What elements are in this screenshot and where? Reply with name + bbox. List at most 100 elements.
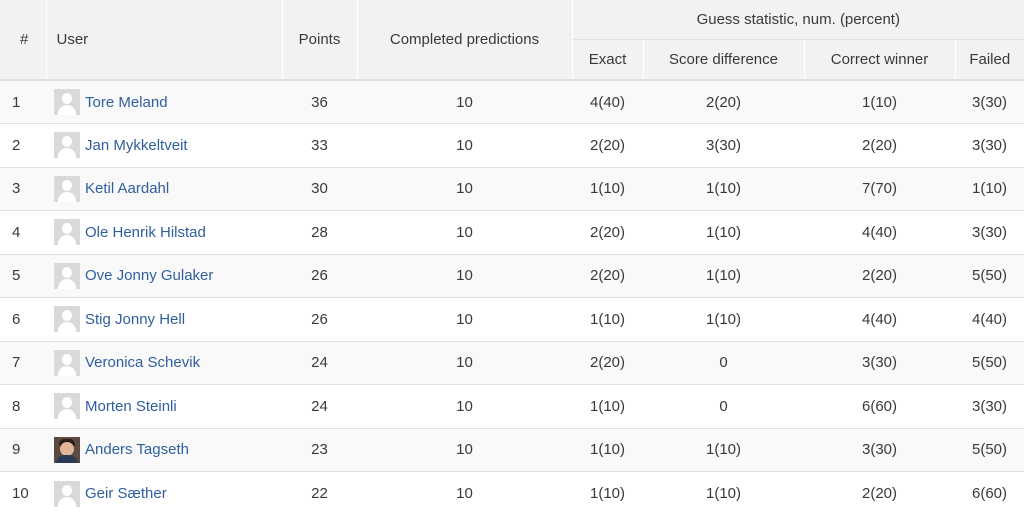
table-header: # User Points Completed predictions Gues… bbox=[0, 0, 1024, 80]
correct-winner-cell: 6(60) bbox=[804, 385, 955, 429]
user-cell: Jan Mykkeltveit bbox=[46, 124, 282, 168]
user-link[interactable]: Veronica Schevik bbox=[85, 354, 200, 371]
rank-cell: 9 bbox=[0, 428, 46, 472]
completed-predictions-cell: 10 bbox=[357, 428, 572, 472]
exact-cell: 1(10) bbox=[572, 298, 643, 342]
exact-cell: 2(20) bbox=[572, 124, 643, 168]
correct-winner-cell: 3(30) bbox=[804, 341, 955, 385]
user-link[interactable]: Geir Sæther bbox=[85, 485, 167, 502]
correct-winner-cell: 7(70) bbox=[804, 167, 955, 211]
header-guess-statistic: Guess statistic, num. (percent) bbox=[572, 0, 1024, 40]
points-cell: 33 bbox=[282, 124, 357, 168]
points-cell: 22 bbox=[282, 472, 357, 515]
header-correct-winner[interactable]: Correct winner bbox=[804, 40, 955, 81]
user-link[interactable]: Ove Jonny Gulaker bbox=[85, 267, 213, 284]
table-row: 5Ove Jonny Gulaker26102(20)1(10)2(20)5(5… bbox=[0, 254, 1024, 298]
failed-cell: 3(30) bbox=[955, 385, 1024, 429]
failed-cell: 3(30) bbox=[955, 211, 1024, 255]
table-row: 2Jan Mykkeltveit33102(20)3(30)2(20)3(30) bbox=[0, 124, 1024, 168]
score-difference-cell: 1(10) bbox=[643, 167, 804, 211]
rank-cell: 10 bbox=[0, 472, 46, 515]
failed-cell: 6(60) bbox=[955, 472, 1024, 515]
points-cell: 36 bbox=[282, 80, 357, 124]
user-link[interactable]: Jan Mykkeltveit bbox=[85, 137, 188, 154]
score-difference-cell: 1(10) bbox=[643, 472, 804, 515]
exact-cell: 2(20) bbox=[572, 254, 643, 298]
default-user-icon[interactable] bbox=[54, 306, 80, 332]
correct-winner-cell: 4(40) bbox=[804, 298, 955, 342]
completed-predictions-cell: 10 bbox=[357, 254, 572, 298]
user-cell: Ole Henrik Hilstad bbox=[46, 211, 282, 255]
table-row: 8Morten Steinli24101(10)06(60)3(30) bbox=[0, 385, 1024, 429]
default-user-icon[interactable] bbox=[54, 132, 80, 158]
user-cell: Anders Tagseth bbox=[46, 428, 282, 472]
score-difference-cell: 0 bbox=[643, 341, 804, 385]
user-link[interactable]: Ketil Aardahl bbox=[85, 180, 169, 197]
score-difference-cell: 3(30) bbox=[643, 124, 804, 168]
user-cell: Ove Jonny Gulaker bbox=[46, 254, 282, 298]
table-row: 9Anders Tagseth23101(10)1(10)3(30)5(50) bbox=[0, 428, 1024, 472]
rank-cell: 1 bbox=[0, 80, 46, 124]
rank-cell: 6 bbox=[0, 298, 46, 342]
exact-cell: 2(20) bbox=[572, 211, 643, 255]
header-points[interactable]: Points bbox=[282, 0, 357, 80]
default-user-icon[interactable] bbox=[54, 176, 80, 202]
user-link[interactable]: Ole Henrik Hilstad bbox=[85, 224, 206, 241]
header-rank[interactable]: # bbox=[0, 0, 46, 80]
user-cell: Stig Jonny Hell bbox=[46, 298, 282, 342]
user-link[interactable]: Morten Steinli bbox=[85, 398, 177, 415]
correct-winner-cell: 1(10) bbox=[804, 80, 955, 124]
correct-winner-cell: 4(40) bbox=[804, 211, 955, 255]
score-difference-cell: 1(10) bbox=[643, 428, 804, 472]
user-link[interactable]: Tore Meland bbox=[85, 94, 168, 111]
user-link[interactable]: Stig Jonny Hell bbox=[85, 311, 185, 328]
score-difference-cell: 1(10) bbox=[643, 298, 804, 342]
rank-cell: 8 bbox=[0, 385, 46, 429]
table-body: 1Tore Meland36104(40)2(20)1(10)3(30)2Jan… bbox=[0, 80, 1024, 515]
default-user-icon[interactable] bbox=[54, 89, 80, 115]
exact-cell: 1(10) bbox=[572, 472, 643, 515]
table-row: 3Ketil Aardahl30101(10)1(10)7(70)1(10) bbox=[0, 167, 1024, 211]
table-row: 4Ole Henrik Hilstad28102(20)1(10)4(40)3(… bbox=[0, 211, 1024, 255]
failed-cell: 3(30) bbox=[955, 124, 1024, 168]
points-cell: 24 bbox=[282, 341, 357, 385]
completed-predictions-cell: 10 bbox=[357, 211, 572, 255]
correct-winner-cell: 3(30) bbox=[804, 428, 955, 472]
user-link[interactable]: Anders Tagseth bbox=[85, 441, 189, 458]
failed-cell: 1(10) bbox=[955, 167, 1024, 211]
default-user-icon[interactable] bbox=[54, 481, 80, 507]
completed-predictions-cell: 10 bbox=[357, 385, 572, 429]
failed-cell: 4(40) bbox=[955, 298, 1024, 342]
table-row: 6Stig Jonny Hell26101(10)1(10)4(40)4(40) bbox=[0, 298, 1024, 342]
rank-cell: 4 bbox=[0, 211, 46, 255]
correct-winner-cell: 2(20) bbox=[804, 124, 955, 168]
default-user-icon[interactable] bbox=[54, 263, 80, 289]
user-cell: Tore Meland bbox=[46, 80, 282, 124]
user-cell: Geir Sæther bbox=[46, 472, 282, 515]
completed-predictions-cell: 10 bbox=[357, 167, 572, 211]
points-cell: 28 bbox=[282, 211, 357, 255]
completed-predictions-cell: 10 bbox=[357, 341, 572, 385]
user-photo-icon[interactable] bbox=[54, 437, 80, 463]
rank-cell: 2 bbox=[0, 124, 46, 168]
default-user-icon[interactable] bbox=[54, 393, 80, 419]
header-score-difference[interactable]: Score difference bbox=[643, 40, 804, 81]
table-row: 1Tore Meland36104(40)2(20)1(10)3(30) bbox=[0, 80, 1024, 124]
exact-cell: 4(40) bbox=[572, 80, 643, 124]
table-row: 10Geir Sæther22101(10)1(10)2(20)6(60) bbox=[0, 472, 1024, 515]
correct-winner-cell: 2(20) bbox=[804, 254, 955, 298]
correct-winner-cell: 2(20) bbox=[804, 472, 955, 515]
failed-cell: 5(50) bbox=[955, 254, 1024, 298]
header-user[interactable]: User bbox=[46, 0, 282, 80]
completed-predictions-cell: 10 bbox=[357, 80, 572, 124]
exact-cell: 1(10) bbox=[572, 385, 643, 429]
completed-predictions-cell: 10 bbox=[357, 298, 572, 342]
header-failed[interactable]: Failed bbox=[955, 40, 1024, 81]
default-user-icon[interactable] bbox=[54, 350, 80, 376]
header-completed-predictions[interactable]: Completed predictions bbox=[357, 0, 572, 80]
leaderboard-table: # User Points Completed predictions Gues… bbox=[0, 0, 1024, 515]
default-user-icon[interactable] bbox=[54, 219, 80, 245]
header-exact[interactable]: Exact bbox=[572, 40, 643, 81]
completed-predictions-cell: 10 bbox=[357, 472, 572, 515]
rank-cell: 7 bbox=[0, 341, 46, 385]
